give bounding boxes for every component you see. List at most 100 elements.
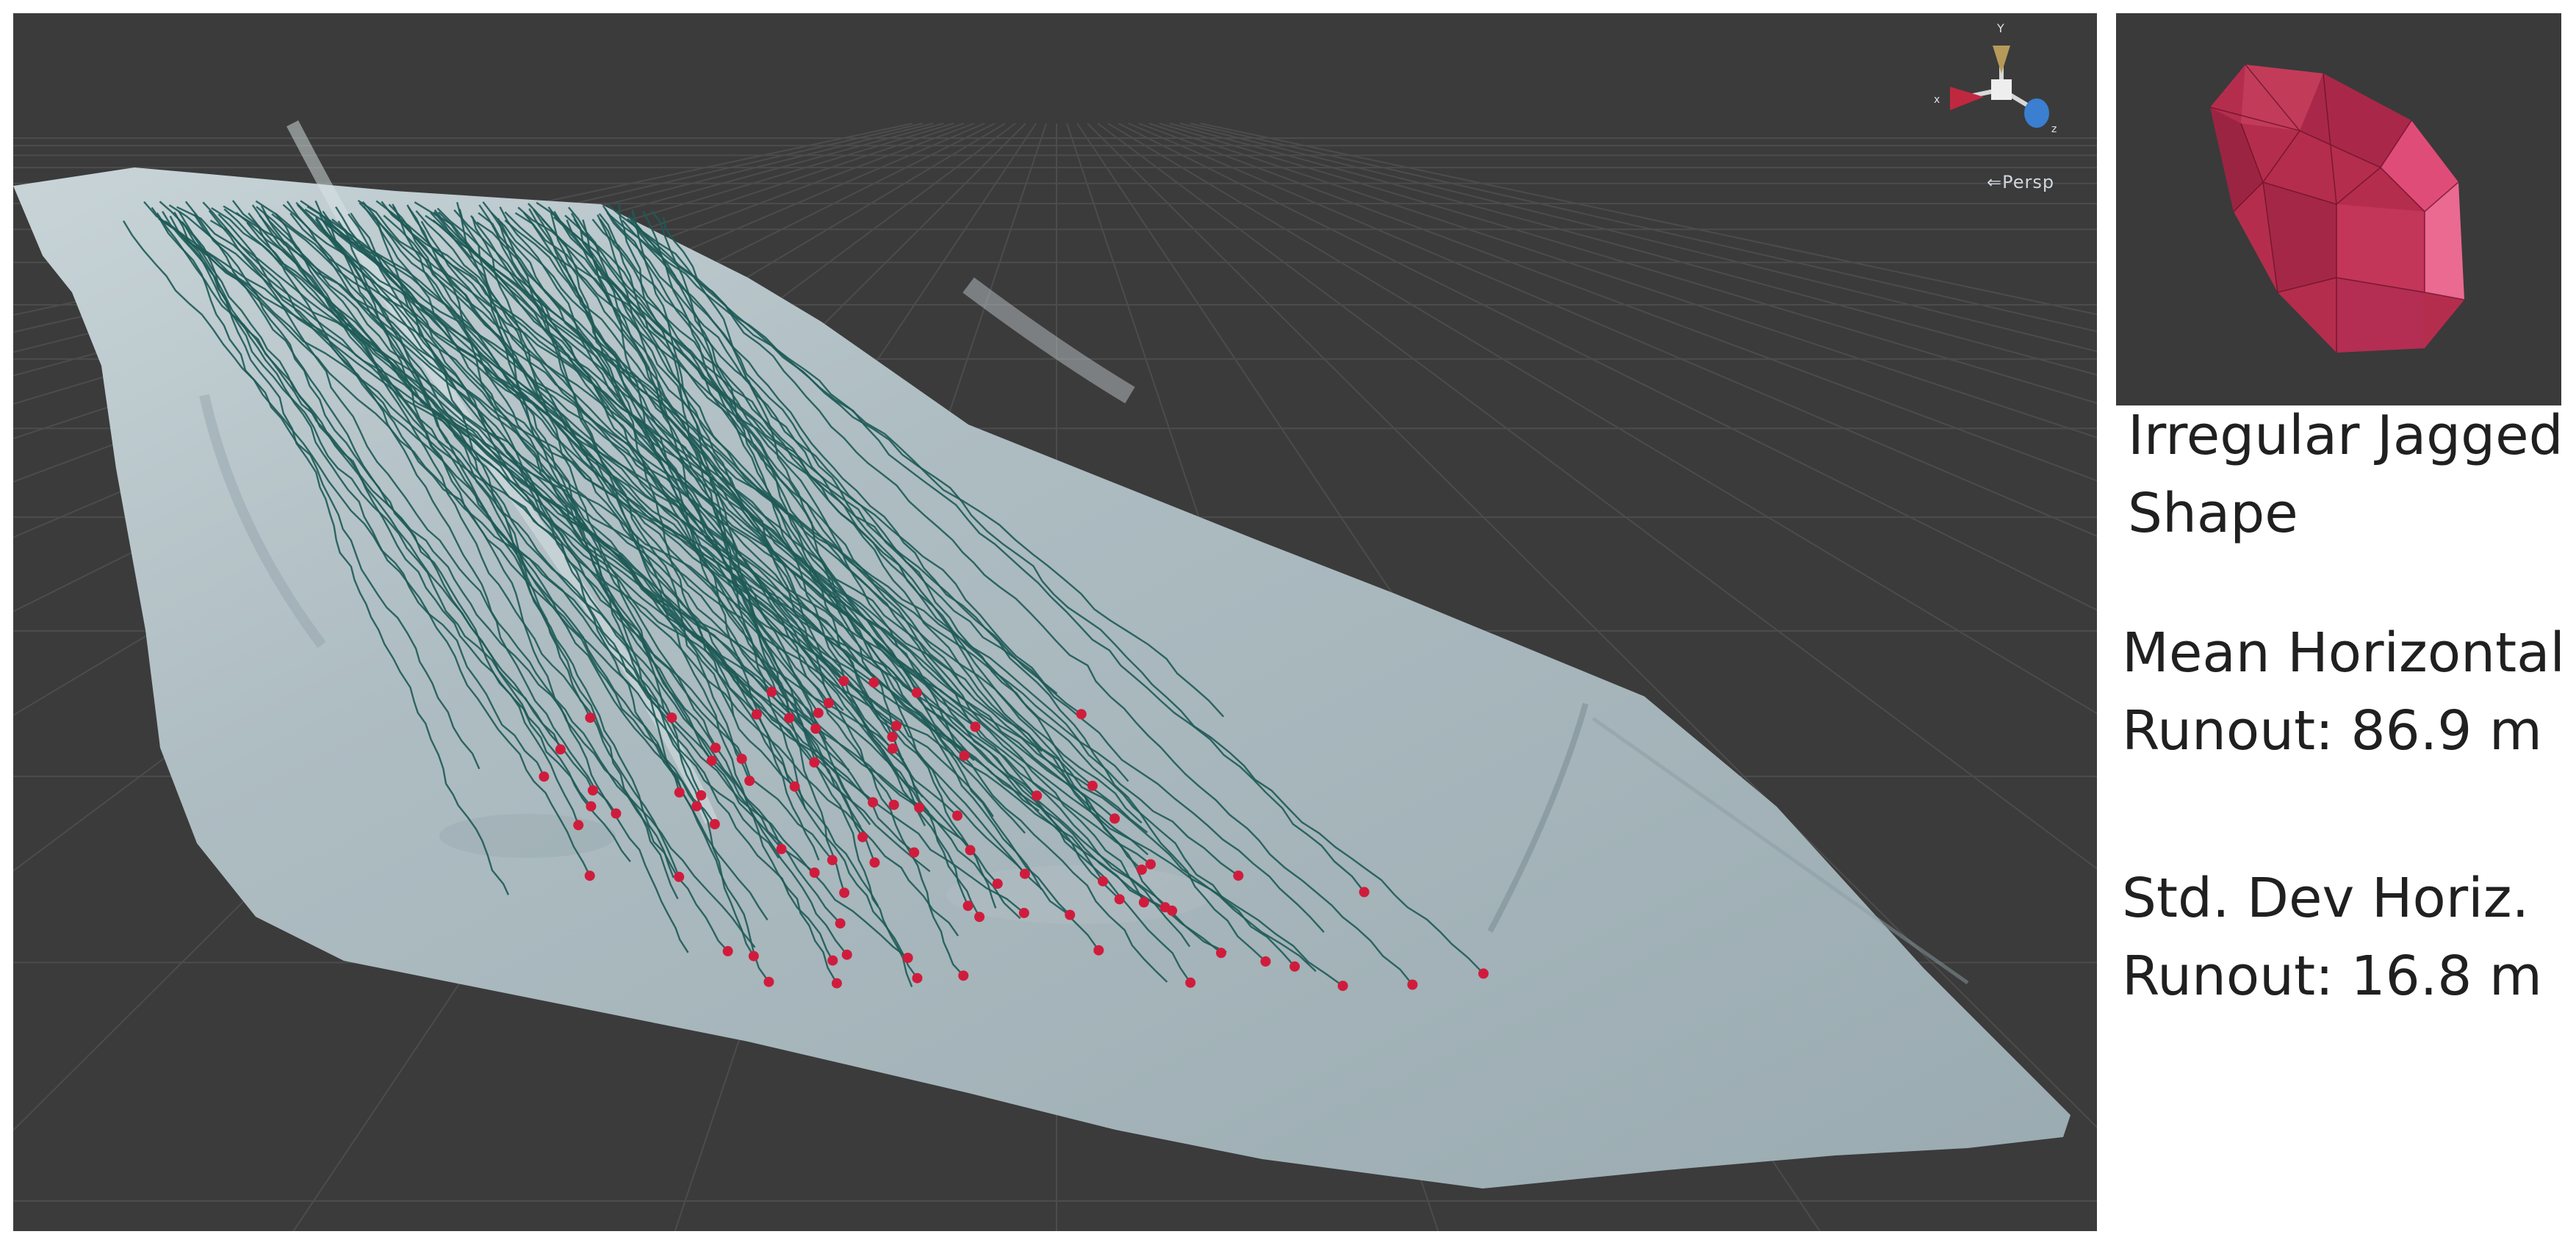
rock-endpoint-marker	[1136, 865, 1147, 875]
rock-endpoint-marker	[1065, 909, 1076, 920]
rock-endpoint-marker	[1018, 907, 1029, 918]
rock-endpoint-marker	[810, 724, 821, 734]
rock-endpoint-marker	[776, 843, 787, 854]
rock-endpoint-marker	[751, 709, 762, 720]
rock-endpoint-marker	[1289, 961, 1300, 972]
lock-icon[interactable]	[2070, 22, 2090, 47]
rock-endpoint-marker	[586, 801, 597, 812]
rock-endpoint-marker	[992, 879, 1003, 890]
scene-viewport[interactable]: Y x z ⇐Persp	[13, 13, 2097, 1231]
rock-endpoint-marker	[974, 912, 985, 923]
rock-endpoint-marker	[709, 819, 720, 829]
scene-canvas[interactable]	[13, 13, 2097, 1231]
rock-endpoint-marker	[838, 676, 849, 687]
rock-endpoint-marker	[1032, 790, 1043, 801]
rock-endpoint-marker	[691, 801, 702, 812]
rock-endpoint-marker	[1233, 870, 1244, 881]
rock-endpoint-marker	[1093, 945, 1104, 956]
rock-endpoint-marker	[1098, 876, 1109, 887]
gizmo-z-label: z	[2051, 123, 2057, 135]
rock-endpoint-marker	[763, 976, 774, 987]
mean-runout-stat: Mean Horizontal Runout: 86.9 m	[2122, 614, 2570, 770]
rock-endpoint-marker	[706, 755, 717, 766]
mean-runout-value: Runout: 86.9 m	[2122, 699, 2542, 762]
rock-endpoint-marker	[1159, 902, 1170, 913]
rock-endpoint-marker	[835, 918, 846, 929]
rock-shape-preview	[2116, 13, 2561, 405]
rock-endpoint-marker	[587, 785, 598, 796]
gizmo-center-cube[interactable]	[1991, 79, 2012, 100]
rock-endpoint-marker	[888, 743, 898, 754]
rock-endpoint-marker	[958, 970, 969, 981]
rock-endpoint-marker	[952, 810, 963, 821]
rock-endpoint-marker	[784, 713, 795, 724]
gizmo-y-cone[interactable]	[1993, 46, 2010, 73]
rock-endpoint-marker	[809, 868, 820, 878]
rock-endpoint-marker	[959, 750, 970, 761]
rock-endpoint-marker	[831, 978, 842, 989]
rock-endpoint-marker	[1337, 981, 1348, 992]
rock-endpoint-marker	[666, 713, 677, 723]
rock-endpoint-marker	[914, 802, 925, 813]
rock-endpoint-marker	[839, 887, 850, 898]
rock-endpoint-marker	[1478, 968, 1489, 979]
rock-endpoint-marker	[841, 949, 852, 960]
rock-endpoint-marker	[696, 790, 707, 801]
rock-endpoint-marker	[1138, 897, 1149, 908]
rock-endpoint-marker	[1260, 956, 1271, 967]
rock-endpoint-marker	[891, 721, 902, 732]
std-runout-label: Std. Dev Horiz.	[2122, 867, 2530, 930]
rock-endpoint-marker	[584, 870, 595, 881]
rock-endpoint-marker	[1109, 813, 1120, 824]
rock-endpoint-marker	[674, 787, 685, 798]
rock-endpoint-marker	[827, 854, 838, 865]
rock-endpoint-marker	[1087, 780, 1098, 791]
rock-endpoint-marker	[887, 732, 898, 743]
rock-endpoint-marker	[909, 847, 920, 858]
shape-description: Irregular Jagged Shape	[2128, 397, 2576, 552]
rock-endpoint-marker	[1185, 977, 1196, 988]
terrain-mesh	[13, 167, 2070, 1189]
rock-endpoint-marker	[1407, 979, 1418, 990]
rock-endpoint-marker	[585, 713, 596, 724]
rock-endpoint-marker	[710, 743, 721, 754]
rock-endpoint-marker	[809, 757, 820, 768]
rock-endpoint-marker	[868, 797, 878, 808]
rock-endpoint-marker	[902, 953, 913, 963]
shape-name-line2: Shape	[2128, 482, 2298, 545]
rock-endpoint-marker	[857, 832, 868, 843]
gizmo-y-label: Y	[1996, 21, 2004, 35]
rock-endpoint-marker	[539, 771, 550, 782]
std-runout-value: Runout: 16.8 m	[2122, 945, 2542, 1008]
rock-endpoint-marker	[869, 857, 880, 868]
mean-runout-label: Mean Horizontal	[2122, 621, 2565, 685]
rock-endpoint-marker	[970, 721, 981, 732]
rock-endpoint-marker	[1216, 948, 1226, 959]
rock-endpoint-marker	[911, 688, 922, 699]
rock-endpoint-marker	[555, 744, 566, 755]
shape-name-line1: Irregular Jagged	[2128, 404, 2564, 467]
rock-endpoint-marker	[748, 951, 759, 962]
rock-endpoint-marker	[789, 781, 800, 792]
rock-endpoint-marker	[573, 820, 584, 831]
std-runout-stat: Std. Dev Horiz. Runout: 16.8 m	[2122, 859, 2570, 1015]
rock-endpoint-marker	[722, 945, 733, 956]
rock-endpoint-marker	[912, 973, 923, 984]
gizmo-x-cone[interactable]	[1950, 87, 1984, 110]
projection-toggle[interactable]: ⇐Persp	[1987, 172, 2054, 192]
rock-endpoint-marker	[827, 955, 838, 966]
rock-endpoint-marker	[965, 845, 976, 856]
gizmo-z-cone[interactable]	[2024, 98, 2049, 128]
rock-endpoint-marker	[1114, 894, 1125, 905]
rock-endpoint-marker	[868, 677, 879, 688]
rock-endpoint-marker	[1019, 868, 1030, 879]
rock-endpoint-marker	[736, 754, 747, 765]
rock-endpoint-marker	[813, 707, 824, 718]
rock-endpoint-marker	[823, 698, 834, 709]
rock-endpoint-marker	[611, 808, 622, 819]
rock-endpoint-marker	[674, 871, 685, 882]
rock-mesh-icon	[2209, 64, 2465, 353]
rock-endpoint-marker	[1076, 709, 1087, 720]
rock-endpoint-marker	[766, 686, 777, 697]
rock-endpoint-marker	[888, 799, 899, 810]
